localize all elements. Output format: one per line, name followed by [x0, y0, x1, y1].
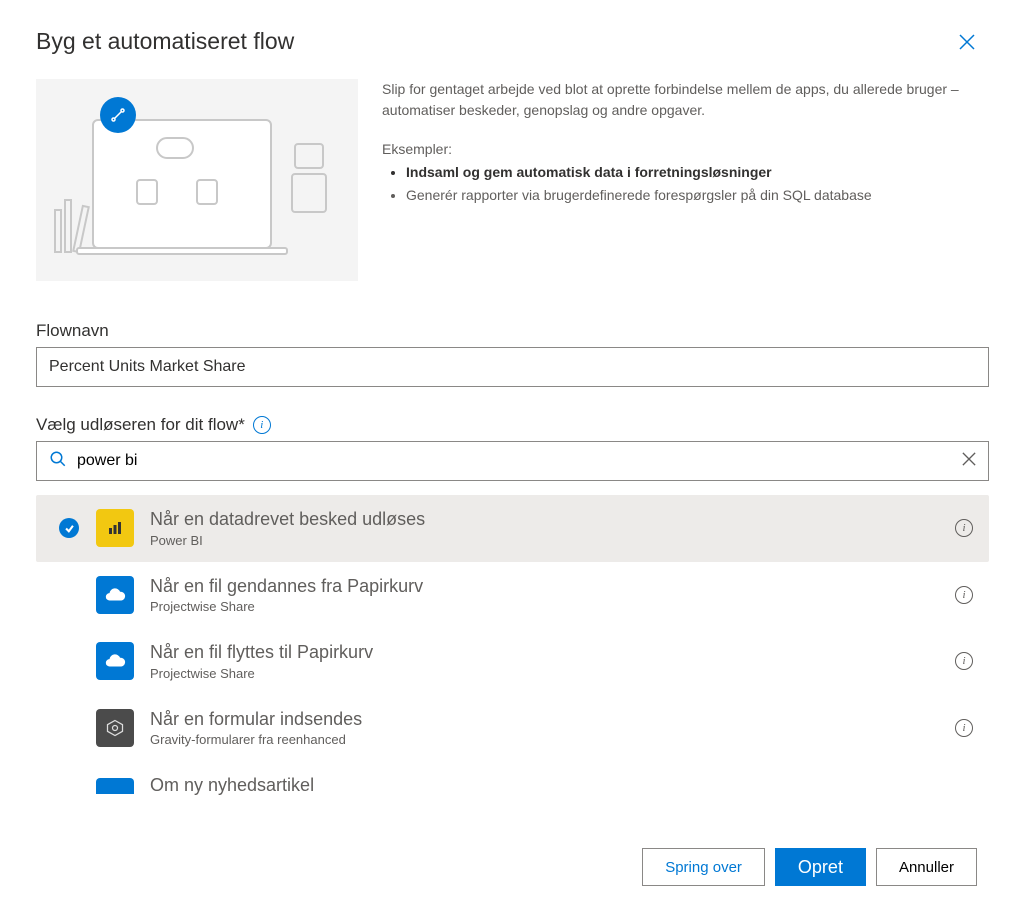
flowname-label: Flownavn	[36, 321, 989, 341]
search-icon	[49, 450, 67, 473]
intro-section: Slip for gentaget arbejde ved blot at op…	[36, 79, 989, 281]
example-item: Generér rapporter via brugerdefinerede f…	[406, 185, 989, 206]
trigger-item[interactable]: Når en fil gendannes fra Papirkurv Proje…	[36, 562, 989, 629]
trigger-search	[36, 441, 989, 481]
intro-description: Slip for gentaget arbejde ved blot at op…	[382, 79, 989, 121]
dialog-title: Byg et automatiseret flow	[36, 28, 294, 55]
cloud-icon	[96, 576, 134, 614]
radio-checked-icon	[59, 518, 79, 538]
dialog-body[interactable]: Slip for gentaget arbejde ved blot at op…	[0, 71, 1013, 827]
illustration	[36, 79, 358, 281]
trigger-title: Om ny nyhedsartikel	[150, 775, 973, 797]
trigger-subtitle: Projectwise Share	[150, 666, 939, 681]
dialog-header: Byg et automatiseret flow	[0, 0, 1013, 71]
trigger-item[interactable]: Når en formular indsendes Gravity-formul…	[36, 695, 989, 762]
examples-label: Eksempler:	[382, 139, 989, 160]
trigger-item[interactable]: Når en datadrevet besked udløses Power B…	[36, 495, 989, 562]
trigger-title: Når en formular indsendes	[150, 709, 939, 731]
dialog-footer: Spring over Opret Annuller	[0, 827, 1013, 906]
flow-icon	[100, 97, 136, 133]
trigger-search-input[interactable]	[77, 442, 962, 480]
close-button[interactable]	[957, 32, 977, 52]
form-icon	[96, 709, 134, 747]
trigger-title: Når en fil flyttes til Papirkurv	[150, 642, 939, 664]
trigger-subtitle: Power BI	[150, 533, 939, 548]
trigger-list: Når en datadrevet besked udløses Power B…	[36, 495, 989, 797]
trigger-subtitle: Gravity-formularer fra reenhanced	[150, 732, 939, 747]
trigger-info-icon[interactable]: i	[955, 519, 973, 537]
trigger-item[interactable]: Når en fil flyttes til Papirkurv Project…	[36, 628, 989, 695]
cloud-icon	[96, 642, 134, 680]
example-item: Indsaml og gem automatisk data i forretn…	[406, 162, 989, 183]
trigger-info-icon[interactable]: i	[955, 652, 973, 670]
info-icon[interactable]: i	[253, 416, 271, 434]
trigger-info-icon[interactable]: i	[955, 586, 973, 604]
trigger-info-icon[interactable]: i	[955, 719, 973, 737]
intro-text: Slip for gentaget arbejde ved blot at op…	[382, 79, 989, 281]
trigger-picker-label: Vælg udløseren for dit flow* i	[36, 415, 989, 435]
create-button[interactable]: Opret	[775, 848, 866, 886]
close-icon	[959, 34, 975, 50]
skip-button[interactable]: Spring over	[642, 848, 765, 886]
trigger-item[interactable]: Om ny nyhedsartikel	[36, 761, 989, 797]
powerbi-icon	[96, 509, 134, 547]
cancel-button[interactable]: Annuller	[876, 848, 977, 886]
clear-search-button[interactable]	[962, 452, 976, 471]
trigger-title: Når en datadrevet besked udløses	[150, 509, 939, 531]
flowname-input[interactable]	[36, 347, 989, 387]
build-flow-dialog: Byg et automatiseret flow	[0, 0, 1013, 906]
trigger-subtitle: Projectwise Share	[150, 599, 939, 614]
trigger-title: Når en fil gendannes fra Papirkurv	[150, 576, 939, 598]
news-icon	[96, 778, 134, 794]
